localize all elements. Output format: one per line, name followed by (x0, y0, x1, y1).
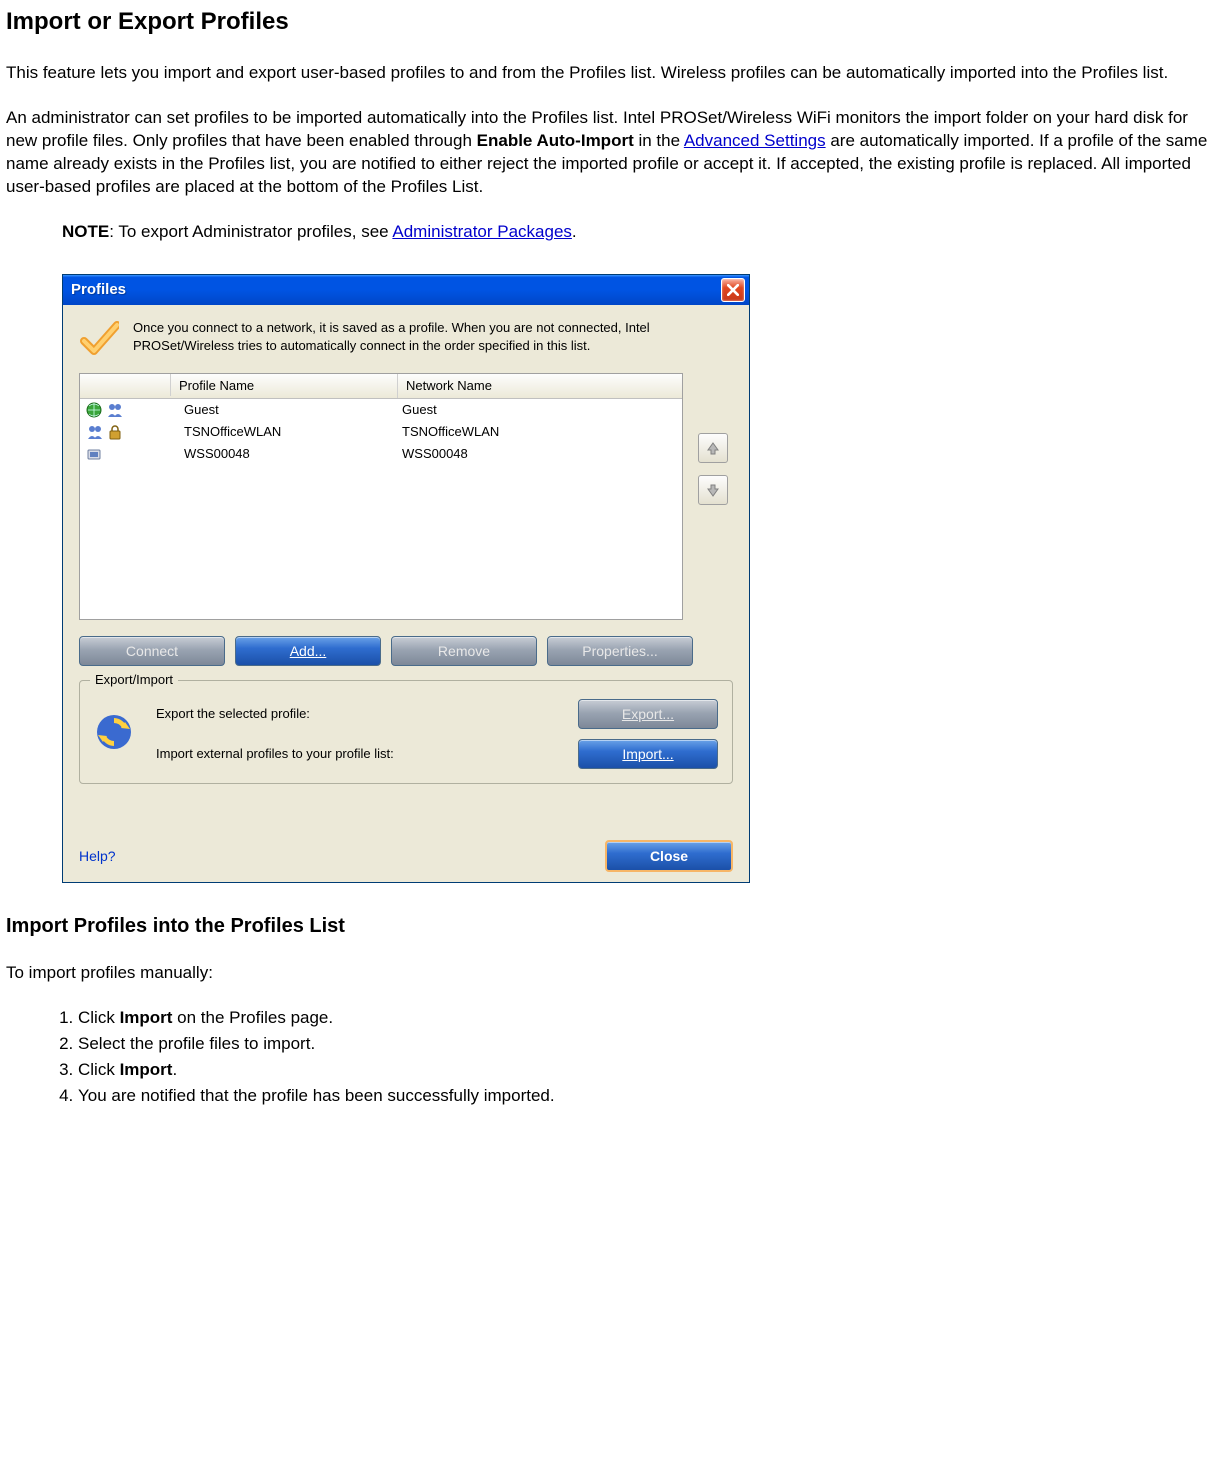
checkmark-icon (79, 319, 119, 359)
arrow-down-icon (706, 483, 720, 497)
p2-bold: Enable Auto-Import (477, 131, 634, 150)
export-import-group: Export/Import Export the selected profil… (79, 680, 733, 784)
network-name: Guest (394, 401, 682, 419)
step-text: Click (78, 1008, 120, 1027)
export-label: Export the selected profile: (156, 705, 566, 723)
step-text: on the Profiles page. (172, 1008, 333, 1027)
step-2: Select the profile files to import. (78, 1033, 1218, 1056)
administrator-packages-link[interactable]: Administrator Packages (392, 222, 572, 241)
step-4: You are notified that the profile has be… (78, 1085, 1218, 1108)
profile-name: Guest (176, 401, 394, 419)
titlebar: Profiles (63, 275, 749, 305)
people-icon (106, 402, 124, 418)
move-up-button[interactable] (698, 433, 728, 463)
step-text: Click (78, 1060, 120, 1079)
import-intro: To import profiles manually: (6, 962, 1218, 985)
globe-icon (86, 402, 104, 418)
note-after: . (572, 222, 577, 241)
col-profile-name[interactable]: Profile Name (171, 374, 398, 398)
note-text: : To export Administrator profiles, see (109, 222, 392, 241)
page-title: Import or Export Profiles (6, 6, 1218, 38)
step-text: Select the profile files to import. (78, 1034, 315, 1053)
network-name: WSS00048 (394, 445, 682, 463)
step-1: Click Import on the Profiles page. (78, 1007, 1218, 1030)
dialog-intro-text: Once you connect to a network, it is sav… (133, 319, 733, 354)
column-headers: Profile Name Network Name (80, 374, 682, 399)
profiles-dialog: Profiles Once you connect to a network, … (62, 274, 750, 883)
connect-button[interactable]: Connect (79, 636, 225, 666)
close-icon[interactable] (721, 278, 745, 302)
list-item[interactable]: Guest Guest (80, 399, 682, 421)
people-icon (86, 424, 104, 440)
profile-name: TSNOfficeWLAN (176, 423, 394, 441)
note-label: NOTE (62, 222, 109, 241)
step-bold: Import (120, 1060, 173, 1079)
advanced-settings-link[interactable]: Advanced Settings (684, 131, 826, 150)
step-text: You are notified that the profile has be… (78, 1086, 555, 1105)
profile-name: WSS00048 (176, 445, 394, 463)
device-icon (86, 446, 104, 462)
import-label: Import external profiles to your profile… (156, 745, 566, 763)
intro-paragraph-1: This feature lets you import and export … (6, 62, 1218, 85)
remove-button[interactable]: Remove (391, 636, 537, 666)
step-text: . (172, 1060, 177, 1079)
import-button[interactable]: Import... (578, 739, 718, 769)
p2-mid: in the (634, 131, 684, 150)
note-paragraph: NOTE: To export Administrator profiles, … (62, 221, 1218, 244)
properties-button[interactable]: Properties... (547, 636, 693, 666)
list-item[interactable]: TSNOfficeWLAN TSNOfficeWLAN (80, 421, 682, 443)
import-steps: Click Import on the Profiles page. Selec… (50, 1007, 1218, 1108)
network-name: TSNOfficeWLAN (394, 423, 682, 441)
help-link[interactable]: Help? (79, 847, 116, 866)
sync-icon (94, 712, 144, 757)
col-network-name[interactable]: Network Name (398, 374, 682, 398)
move-down-button[interactable] (698, 475, 728, 505)
step-3: Click Import. (78, 1059, 1218, 1082)
dialog-title: Profiles (71, 280, 721, 300)
arrow-up-icon (706, 441, 720, 455)
intro-paragraph-2: An administrator can set profiles to be … (6, 107, 1218, 199)
group-legend: Export/Import (90, 671, 178, 689)
section-import-title: Import Profiles into the Profiles List (6, 913, 1218, 940)
profiles-list[interactable]: Profile Name Network Name Guest Guest (79, 373, 683, 620)
step-bold: Import (120, 1008, 173, 1027)
list-item[interactable]: WSS00048 WSS00048 (80, 443, 682, 465)
add-button[interactable]: Add... (235, 636, 381, 666)
close-button[interactable]: Close (605, 840, 733, 872)
export-button[interactable]: Export... (578, 699, 718, 729)
lock-icon (106, 424, 124, 440)
